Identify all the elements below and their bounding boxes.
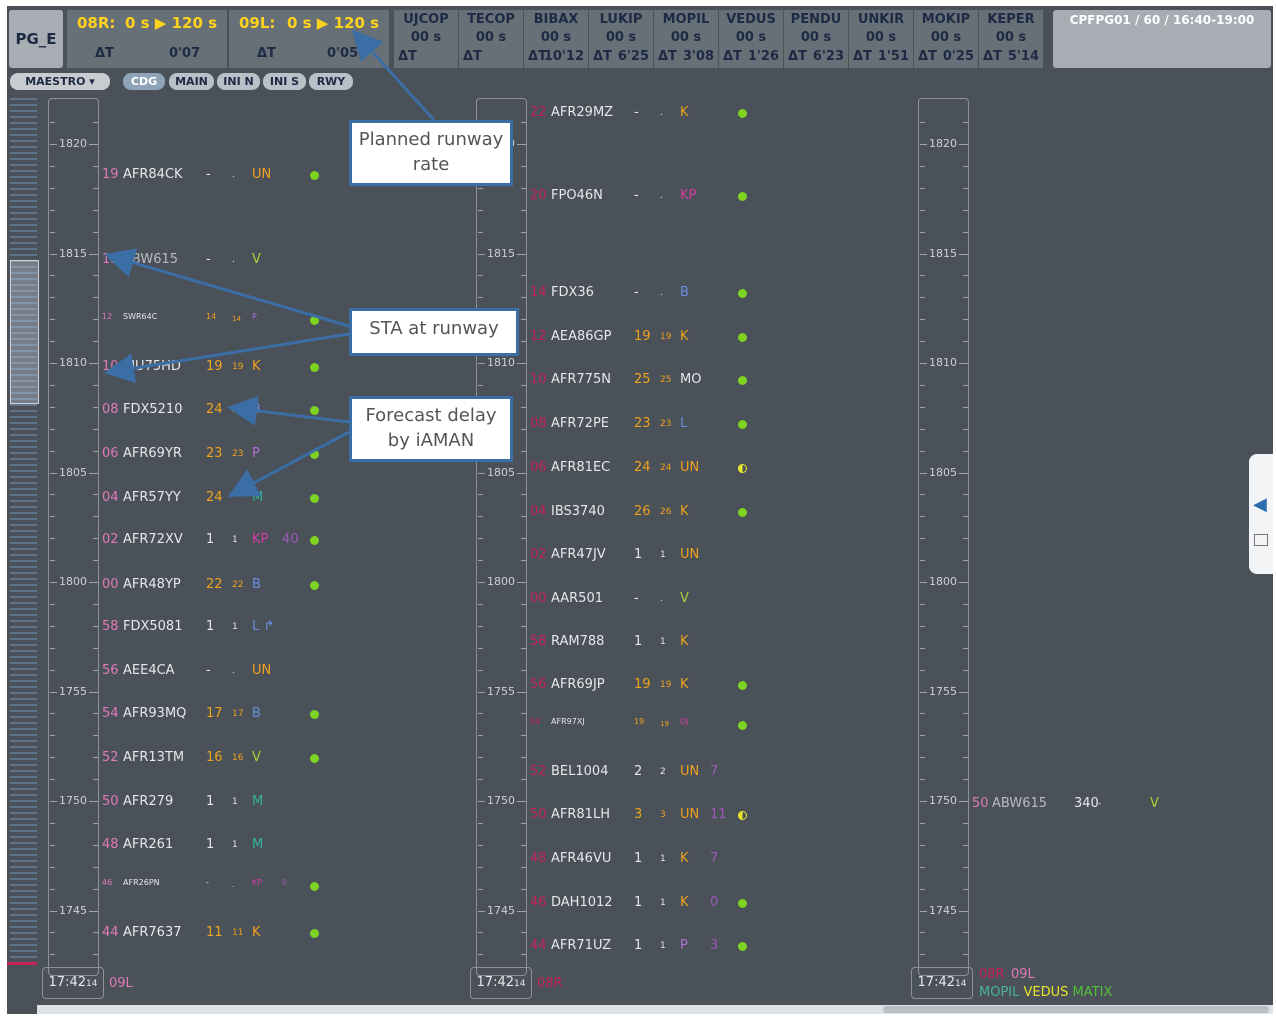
arrow-to-sta-1 (104, 248, 350, 328)
arrow-to-delay-2 (227, 430, 350, 497)
arrow-to-delay-1 (227, 395, 350, 426)
arrow-to-rate (351, 29, 436, 122)
arrow-to-sta-2 (104, 332, 350, 384)
callout-arrows (104, 29, 436, 497)
